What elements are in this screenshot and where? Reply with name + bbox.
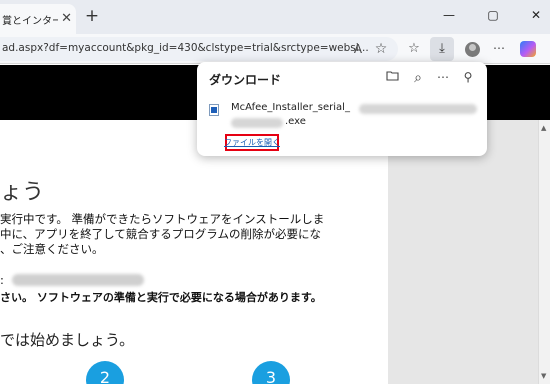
favorites-list-icon[interactable]: ☆ [405, 41, 423, 56]
browser-tab[interactable]: 賞とインターネ ✕ [0, 4, 76, 34]
address-toolbar: ad.aspx?df=myaccount&pkg_id=430&clstype=… [0, 34, 550, 64]
search-icon[interactable]: ⌕ [410, 70, 426, 86]
downloaded-file-name[interactable]: McAfee_Installer_serial_ [231, 102, 350, 113]
downloads-button[interactable]: ⤓ [430, 37, 454, 61]
title-bar: 賞とインターネ ✕ + — ▢ ✕ [0, 0, 550, 34]
scrollbar[interactable] [538, 120, 550, 384]
scroll-down-icon[interactable]: ▼ [541, 372, 546, 380]
folder-icon[interactable] [384, 70, 400, 84]
serial-label: : [0, 273, 4, 287]
file-extension: .exe [285, 116, 306, 127]
note-text: さい。 ソフトウェアの準備と実行で必要になる場合があります。 [0, 291, 322, 304]
copilot-icon[interactable] [520, 41, 536, 57]
favorite-star-icon[interactable]: ☆ [372, 41, 390, 57]
reader-mode-icon[interactable]: A [349, 42, 367, 56]
instruction-paragraph: 実行中です。 準備ができたらソフトウェアをインストールしま 中に、アプリを終了し… [0, 212, 385, 257]
open-file-link[interactable]: ファイルを開く [224, 137, 280, 148]
tab-close-icon[interactable]: ✕ [61, 11, 72, 26]
new-tab-button[interactable]: + [82, 6, 102, 26]
pin-icon[interactable]: ⚲ [460, 70, 476, 84]
paragraph-line: 実行中です。 準備ができたらソフトウェアをインストールしま [0, 212, 325, 226]
scroll-up-icon[interactable]: ▲ [541, 124, 546, 132]
tab-title: 賞とインターネ [2, 15, 58, 27]
profile-avatar[interactable] [465, 42, 480, 57]
downloads-panel-title: ダウンロード [209, 73, 282, 87]
redacted-serial [12, 274, 144, 286]
close-window-button[interactable]: ✕ [526, 8, 546, 22]
start-text: では始めましょう。 [0, 331, 135, 349]
address-bar[interactable]: ad.aspx?df=myaccount&pkg_id=430&clstype=… [0, 37, 398, 61]
more-menu-icon[interactable]: ⋯ [490, 41, 508, 55]
url-text: ad.aspx?df=myaccount&pkg_id=430&clstype=… [2, 42, 369, 54]
open-file-highlight: ファイルを開く [224, 134, 280, 151]
page-gray-sidebar [388, 120, 550, 384]
file-type-icon [209, 104, 219, 116]
downloads-panel: ダウンロード ⌕ ⋯ ⚲ McAfee_Installer_serial_ .e… [197, 62, 487, 156]
more-options-icon[interactable]: ⋯ [435, 70, 451, 84]
download-icon: ⤓ [439, 41, 445, 56]
paragraph-line: 中に、アプリを終了して競合するプログラムの削除が必要にな [0, 227, 321, 241]
redacted-file-name-2 [231, 118, 283, 128]
paragraph-line: 、ご注意ください。 [0, 242, 104, 256]
minimize-button[interactable]: — [439, 8, 459, 22]
page-heading: ょう [0, 180, 45, 205]
maximize-button[interactable]: ▢ [483, 8, 503, 22]
redacted-file-name [359, 104, 477, 114]
